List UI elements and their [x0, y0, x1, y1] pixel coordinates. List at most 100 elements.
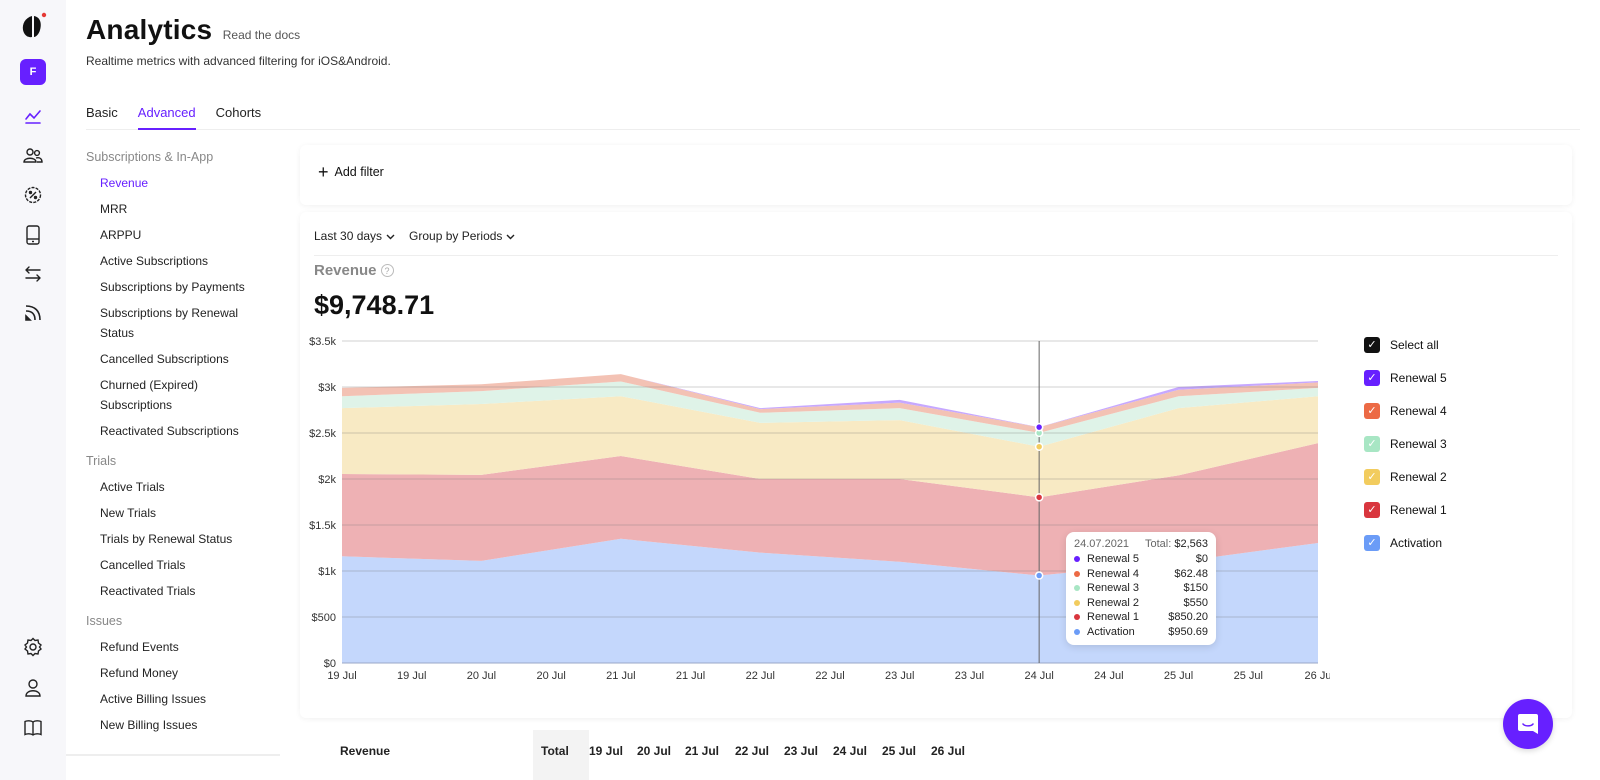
data-point-renewal-1[interactable]	[1034, 493, 1044, 502]
add-filter-button[interactable]: + Add filter	[318, 163, 384, 181]
y-tick-label: $1k	[318, 566, 336, 578]
tooltip-total: Total: $2,563	[1145, 538, 1208, 550]
nav-item-active-trials[interactable]: Active Trials	[66, 474, 280, 500]
checkbox-checked-icon[interactable]: ✓	[1364, 468, 1380, 485]
page-subtitle: Realtime metrics with advanced filtering…	[86, 54, 391, 68]
x-tick-label: 21 Jul	[606, 670, 635, 682]
nav-item-churned-expired-subscriptions[interactable]: Churned (Expired) Subscriptions	[66, 372, 246, 418]
y-tick-label: $500	[312, 612, 336, 624]
checkbox-checked-icon[interactable]: ✓	[1364, 501, 1380, 518]
legend-label: Renewal 1	[1390, 502, 1447, 517]
docs-book-icon[interactable]	[20, 715, 46, 741]
y-tick-label: $0	[324, 658, 336, 670]
x-tick-label: 20 Jul	[536, 670, 565, 682]
analytics-icon[interactable]	[20, 104, 46, 130]
legend-item-renewal-1[interactable]: ✓ Renewal 1	[1364, 493, 1447, 526]
nav-item-refund-events[interactable]: Refund Events	[66, 634, 280, 660]
tooltip-series-name: Renewal 4	[1087, 567, 1139, 580]
nav-item-arppu[interactable]: ARPPU	[66, 222, 280, 248]
profile-icon[interactable]	[20, 675, 46, 701]
table-column-header[interactable]: 19 Jul	[589, 744, 623, 758]
checkbox-checked-icon[interactable]: ✓	[1364, 534, 1380, 551]
transfer-icon[interactable]	[20, 261, 46, 287]
table-column-header[interactable]: Total	[541, 744, 569, 758]
table-column-header[interactable]: 23 Jul	[784, 744, 818, 758]
tooltip-total-value: $2,563	[1174, 538, 1208, 550]
tooltip-series-value: $850.20	[1168, 611, 1208, 623]
feed-icon[interactable]	[20, 300, 46, 326]
checkbox-checked-icon[interactable]: ✓	[1364, 402, 1380, 419]
legend-select-all[interactable]: ✓ Select all	[1364, 328, 1447, 361]
x-tick-label: 20 Jul	[467, 670, 496, 682]
table-row-label: Revenue	[340, 744, 391, 758]
tooltip-series-value: $950.69	[1168, 625, 1208, 638]
y-tick-label: $2k	[318, 474, 336, 486]
legend-item-renewal-2[interactable]: ✓ Renewal 2	[1364, 460, 1447, 493]
data-point-renewal-5[interactable]	[1034, 422, 1044, 432]
nav-item-revenue[interactable]: Revenue	[66, 170, 280, 196]
nav-item-reactivated-trials[interactable]: Reactivated Trials	[66, 578, 280, 604]
checkbox-checked-icon[interactable]: ✓	[1364, 336, 1380, 353]
discount-icon[interactable]	[20, 182, 46, 208]
tooltip-series-name: Renewal 5	[1087, 553, 1139, 565]
legend-label: Select all	[1390, 337, 1439, 352]
checkbox-checked-icon[interactable]: ✓	[1364, 435, 1380, 452]
nav-item-subscriptions-by-renewal-status[interactable]: Subscriptions by Renewal Status	[66, 300, 246, 346]
x-tick-label: 22 Jul	[746, 670, 775, 682]
app-rail: F	[0, 0, 66, 780]
nav-item-active-billing-issues[interactable]: Active Billing Issues	[66, 686, 280, 712]
nav-item-active-subscriptions[interactable]: Active Subscriptions	[66, 248, 280, 274]
tooltip-total-label: Total:	[1144, 538, 1172, 550]
nav-item-mrr[interactable]: MRR	[66, 196, 280, 222]
legend-item-renewal-4[interactable]: ✓ Renewal 4	[1364, 394, 1447, 427]
tooltip-row: Activation $950.69	[1074, 625, 1208, 640]
nav-item-reactivated-subscriptions[interactable]: Reactivated Subscriptions	[66, 418, 246, 444]
nav-group-header: Trials	[86, 454, 117, 468]
tooltip-row: Renewal 1 $850.20	[1074, 610, 1208, 625]
tab-cohorts[interactable]: Cohorts	[216, 100, 262, 130]
users-icon[interactable]	[20, 143, 46, 169]
y-tick-label: $3.5k	[309, 336, 336, 348]
workspace-avatar[interactable]: F	[20, 59, 46, 85]
table-column-header[interactable]: 20 Jul	[637, 744, 671, 758]
read-docs-link[interactable]: Read the docs	[223, 28, 300, 42]
tooltip-series-name: Activation	[1087, 625, 1135, 638]
series-dot-icon	[1074, 570, 1080, 577]
data-point-activation[interactable]	[1034, 571, 1044, 580]
tooltip-date: 24.07.2021	[1074, 538, 1130, 550]
legend-item-activation[interactable]: ✓ Activation	[1364, 526, 1447, 559]
tab-basic[interactable]: Basic	[86, 100, 118, 130]
device-icon[interactable]	[20, 222, 46, 248]
nav-item-trials-by-renewal-status[interactable]: Trials by Renewal Status	[66, 526, 280, 552]
nav-item-refund-money[interactable]: Refund Money	[66, 660, 280, 686]
y-tick-label: $2.5k	[309, 428, 336, 440]
legend-label: Renewal 3	[1390, 436, 1447, 451]
settings-icon[interactable]	[20, 634, 46, 660]
table-column-header[interactable]: 22 Jul	[735, 744, 769, 758]
data-point-renewal-2[interactable]	[1034, 442, 1044, 451]
legend-item-renewal-3[interactable]: ✓ Renewal 3	[1364, 427, 1447, 460]
nav-item-cancelled-trials[interactable]: Cancelled Trials	[66, 552, 280, 578]
series-dot-icon	[1074, 556, 1080, 563]
checkbox-checked-icon[interactable]: ✓	[1364, 369, 1380, 386]
nav-item-new-billing-issues[interactable]: New Billing Issues	[66, 712, 280, 738]
nav-item-cancelled-subscriptions[interactable]: Cancelled Subscriptions	[66, 346, 280, 372]
table-column-header[interactable]: 25 Jul	[882, 744, 916, 758]
support-chat-button[interactable]	[1503, 699, 1553, 749]
nav-item-new-trials[interactable]: New Trials	[66, 500, 280, 526]
y-tick-label: $1.5k	[309, 520, 336, 532]
series-dot-icon	[1074, 585, 1080, 592]
table-column-header[interactable]: 24 Jul	[833, 744, 867, 758]
legend-item-renewal-5[interactable]: ✓ Renewal 5	[1364, 361, 1447, 394]
x-tick-label: 23 Jul	[955, 670, 984, 682]
tooltip-series-value: $550	[1183, 596, 1208, 609]
brand-logo-icon[interactable]	[20, 12, 48, 40]
table-column-header[interactable]: 21 Jul	[685, 744, 719, 758]
page-header: Analytics Read the docs Realtime metrics…	[86, 14, 391, 68]
series-dot-icon	[1074, 628, 1080, 635]
tab-advanced[interactable]: Advanced	[137, 100, 196, 130]
legend-label: Activation	[1390, 535, 1443, 550]
nav-item-subscriptions-by-payments[interactable]: Subscriptions by Payments	[66, 274, 246, 300]
table-column-header[interactable]: 26 Jul	[931, 744, 965, 758]
x-tick-label: 19 Jul	[397, 670, 426, 682]
